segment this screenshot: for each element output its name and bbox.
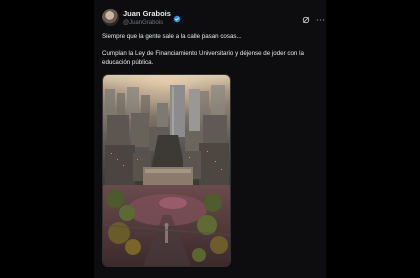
verified-badge-icon [173,10,181,22]
post-image[interactable] [102,74,231,267]
post-text-line-2: Cumplan la Ley de Financiamiento Univers… [102,50,304,66]
page: Juan Grabois @JuanGrabois Siempre que la… [0,0,420,278]
author-name-row: Juan Grabois [123,8,181,22]
more-options-icon[interactable] [316,11,325,21]
aerial-city-photo [103,75,230,266]
author-block: Juan Grabois @JuanGrabois [123,8,181,27]
author-name[interactable]: Juan Grabois [123,8,171,19]
avatar[interactable] [102,9,119,26]
grok-icon[interactable] [302,11,310,24]
post-text: Siempre que la gente sale a la calle pas… [102,33,320,76]
post-card: Juan Grabois @JuanGrabois Siempre que la… [94,0,326,278]
post-header: Juan Grabois @JuanGrabois [102,8,325,28]
post-text-line-1: Siempre que la gente sale a la calle pas… [102,33,242,40]
